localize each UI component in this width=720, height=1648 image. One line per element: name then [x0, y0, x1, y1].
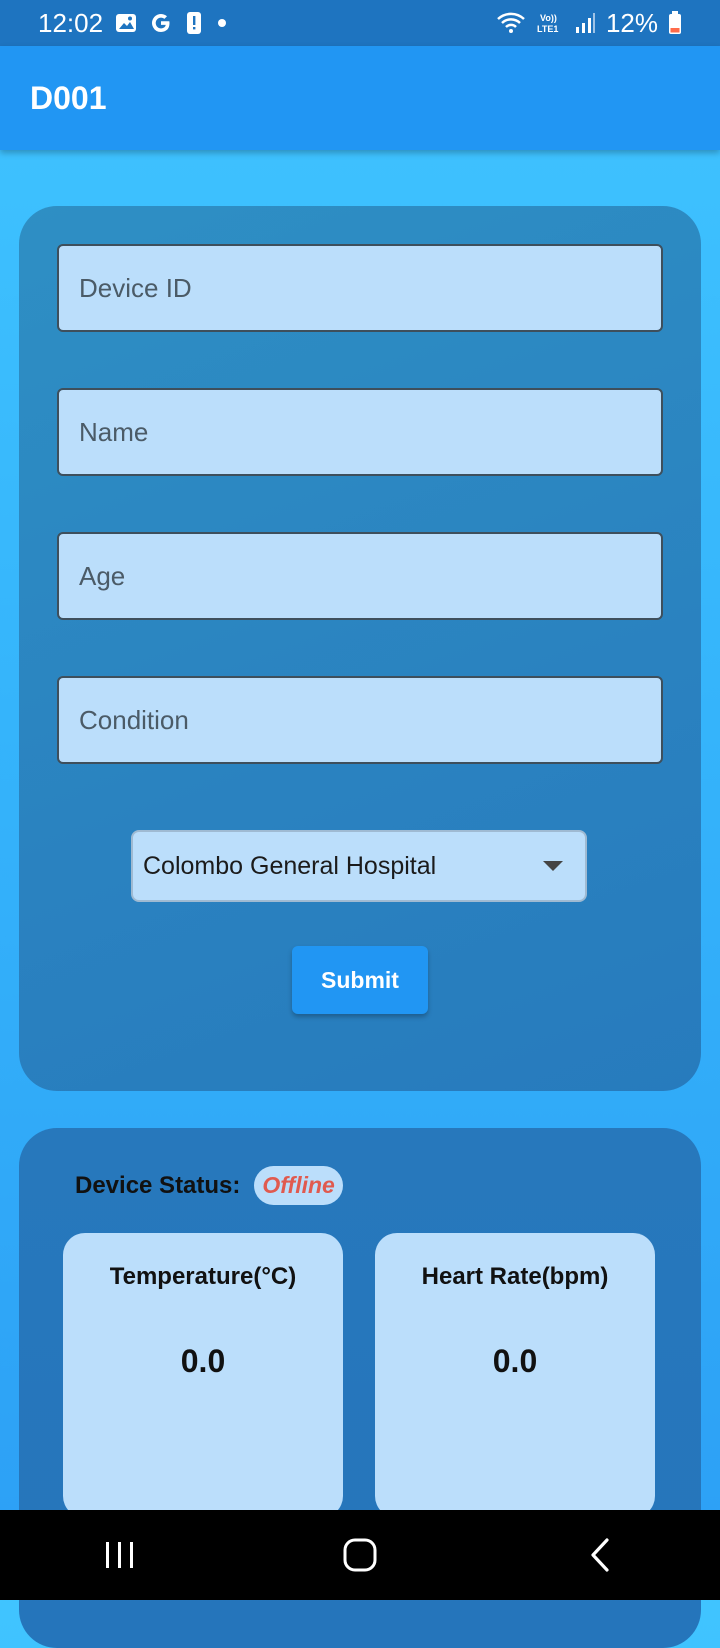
- condition-field[interactable]: [57, 676, 663, 764]
- svg-text:Vo)): Vo)): [540, 13, 557, 23]
- clock: 12:02: [38, 7, 104, 38]
- temperature-card: Temperature(°C) 0.0: [63, 1233, 343, 1518]
- system-nav-bar: [0, 1510, 720, 1600]
- heart-rate-card: Heart Rate(bpm) 0.0: [375, 1233, 655, 1518]
- age-field[interactable]: [57, 532, 663, 620]
- gallery-icon: [115, 12, 137, 34]
- device-status-row: Device Status: Offline: [75, 1166, 343, 1205]
- temperature-title: Temperature(°C): [109, 1263, 297, 1290]
- heart-rate-title: Heart Rate(bpm): [421, 1263, 609, 1290]
- app-bar-title: D001: [30, 79, 107, 116]
- device-id-input[interactable]: [77, 271, 661, 305]
- age-input[interactable]: [77, 559, 661, 593]
- name-input[interactable]: [77, 415, 661, 449]
- hospital-selected-value: Colombo General Hospital: [143, 851, 437, 880]
- alert-icon: [185, 11, 203, 35]
- device-status-label: Device Status:: [75, 1171, 241, 1199]
- submit-button[interactable]: Submit: [292, 946, 428, 1014]
- battery-percent: 12%: [605, 7, 658, 38]
- svg-text:LTE1: LTE1: [537, 24, 558, 34]
- hospital-dropdown[interactable]: Colombo General Hospital: [131, 830, 587, 902]
- heart-rate-value: 0.0: [492, 1343, 538, 1379]
- signal-icon: [574, 12, 596, 34]
- google-icon: [149, 11, 173, 35]
- back-icon[interactable]: [560, 1525, 640, 1585]
- device-id-field[interactable]: [57, 244, 663, 332]
- name-field[interactable]: [57, 388, 663, 476]
- battery-icon: [668, 11, 682, 35]
- app-bar: D001: [0, 46, 720, 150]
- home-icon[interactable]: [320, 1525, 400, 1585]
- status-badge: Offline: [254, 1166, 343, 1205]
- patient-form-card: Colombo General Hospital Submit: [19, 206, 701, 1091]
- dot-icon: [215, 16, 229, 30]
- wifi-icon: [496, 11, 526, 35]
- status-bar: 12:02 Vo)) LTE1 12%: [0, 0, 720, 46]
- volte-icon: Vo)) LTE1: [536, 11, 564, 35]
- status-bar-left: 12:02: [38, 8, 229, 39]
- chevron-down-icon: [543, 861, 563, 871]
- status-bar-right: Vo)) LTE1 12%: [496, 8, 682, 39]
- recents-icon[interactable]: [80, 1525, 160, 1585]
- temperature-value: 0.0: [180, 1343, 226, 1379]
- condition-input[interactable]: [77, 703, 661, 737]
